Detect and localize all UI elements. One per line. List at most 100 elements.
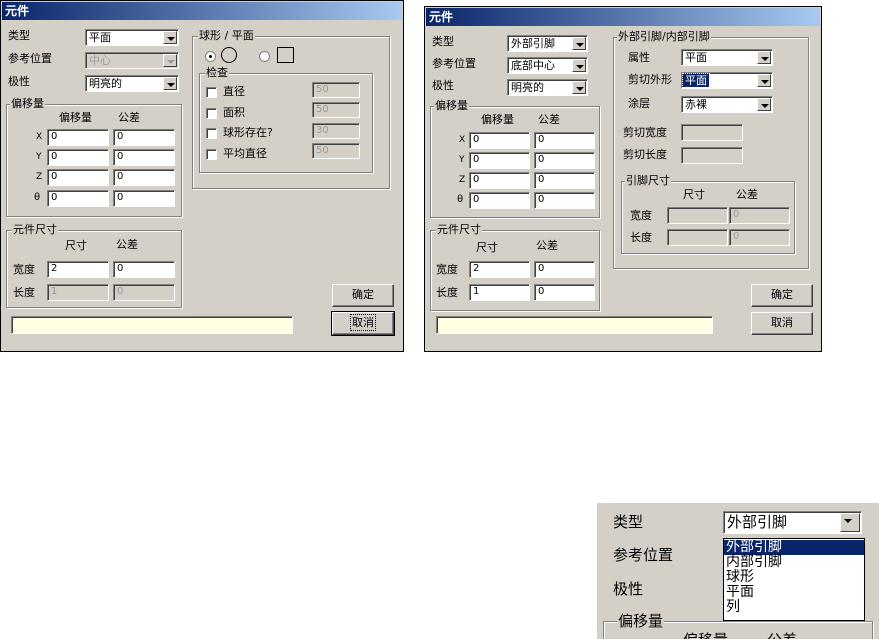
offset-group-title: 偏移量: [10, 97, 45, 110]
pin-width-input: [667, 207, 728, 224]
ref-position-select: 中心: [85, 52, 179, 69]
plane-radio[interactable]: [259, 51, 270, 62]
z-offset-input[interactable]: 0: [469, 172, 530, 189]
inspection-group-title: 检查: [205, 66, 229, 79]
attribute-select[interactable]: 平面: [681, 49, 773, 66]
ref-position-label: 参考位置: [8, 52, 52, 65]
dialog-title: 元件: [2, 2, 402, 20]
chevron-down-icon[interactable]: [840, 513, 860, 532]
cancel-button[interactable]: 取消: [331, 311, 395, 336]
z-offset-input[interactable]: 0: [47, 169, 109, 186]
offset-group-title: 偏移量: [434, 99, 469, 112]
cancel-button-label: 取消: [350, 314, 376, 331]
diameter-checkbox[interactable]: [206, 87, 217, 98]
ok-button-label: 确定: [771, 288, 793, 301]
avg-diameter-label: 平均直径: [223, 147, 267, 160]
type-dropdown-list[interactable]: 外部引脚 内部引脚 球形 平面 列: [723, 538, 865, 621]
length-label: 长度: [13, 286, 35, 299]
offset-column-header: 偏移量: [481, 113, 514, 126]
chevron-down-icon[interactable]: [572, 37, 586, 50]
z-label: Z: [36, 172, 43, 182]
ball-exists-checkbox[interactable]: [206, 128, 217, 139]
option-internal-lead[interactable]: 内部引脚: [724, 555, 864, 570]
cancel-button-label: 取消: [771, 316, 793, 329]
chevron-down-icon[interactable]: [163, 31, 177, 44]
area-checkbox[interactable]: [206, 108, 217, 119]
option-external-lead[interactable]: 外部引脚: [724, 540, 864, 555]
length-tolerance-input[interactable]: 0: [534, 284, 595, 301]
cut-shape-label: 剪切外形: [628, 73, 672, 86]
ball-radio[interactable]: [205, 51, 216, 62]
cut-length-input: [681, 147, 743, 164]
chevron-down-icon[interactable]: [572, 81, 586, 94]
size-tolerance-column-header: 公差: [536, 239, 558, 252]
y-tolerance-input[interactable]: 0: [113, 149, 175, 166]
avg-diameter-value: 50: [312, 143, 360, 159]
size-column-header: 尺寸: [476, 241, 498, 254]
x-tolerance-input[interactable]: 0: [113, 129, 175, 146]
length-tolerance-input: 0: [113, 284, 175, 301]
option-plane[interactable]: 平面: [724, 585, 864, 600]
y-tolerance-input[interactable]: 0: [534, 152, 595, 169]
avg-diameter-checkbox[interactable]: [206, 149, 217, 160]
size-tolerance-column-header: 公差: [116, 238, 138, 251]
width-input[interactable]: 2: [47, 261, 109, 278]
cut-width-input: [681, 124, 743, 141]
area-label: 面积: [223, 106, 245, 119]
ball-exists-label: 球形存在?: [223, 126, 273, 139]
z-tolerance-input[interactable]: 0: [113, 169, 175, 186]
type-select[interactable]: 外部引脚: [507, 35, 588, 52]
width-input[interactable]: 2: [469, 261, 530, 278]
polarity-label: 极性: [613, 580, 644, 598]
cut-shape-select[interactable]: 平面: [681, 72, 773, 89]
theta-tolerance-input[interactable]: 0: [534, 192, 595, 209]
polarity-value: 明亮的: [511, 81, 544, 94]
length-input[interactable]: 1: [469, 284, 530, 301]
chevron-down-icon[interactable]: [757, 74, 771, 87]
ref-position-select[interactable]: 底部中心: [507, 57, 588, 74]
width-tolerance-input[interactable]: 0: [113, 261, 175, 278]
type-label: 类型: [8, 29, 30, 42]
theta-label: θ: [457, 194, 464, 205]
option-column[interactable]: 列: [724, 600, 864, 615]
theta-tolerance-input[interactable]: 0: [113, 190, 175, 207]
chevron-down-icon[interactable]: [757, 51, 771, 64]
y-offset-input[interactable]: 0: [469, 152, 530, 169]
theta-offset-input[interactable]: 0: [469, 192, 530, 209]
width-tolerance-input[interactable]: 0: [534, 261, 595, 278]
chevron-down-icon[interactable]: [163, 77, 177, 90]
chevron-down-icon[interactable]: [757, 98, 771, 111]
ball-plane-group-title: 球形 / 平面: [198, 29, 255, 42]
chevron-down-icon: [163, 54, 177, 67]
chevron-down-icon[interactable]: [572, 59, 586, 72]
ref-position-value: 中心: [89, 54, 111, 67]
dialog-title: 元件: [426, 8, 820, 26]
polarity-select[interactable]: 明亮的: [507, 79, 588, 96]
ball-exists-value: 30: [312, 123, 360, 139]
type-select[interactable]: 平面: [85, 29, 179, 46]
ok-button[interactable]: 确定: [751, 284, 813, 307]
type-select-value: 平面: [89, 31, 111, 44]
polarity-select[interactable]: 明亮的: [85, 75, 179, 92]
length-label: 长度: [436, 286, 458, 299]
type-select[interactable]: 外部引脚: [723, 511, 862, 534]
tolerance-column-header: 公差: [767, 631, 797, 639]
ok-button-label: 确定: [352, 288, 374, 301]
diameter-label: 直径: [223, 85, 245, 98]
pin-length-label: 长度: [630, 231, 652, 244]
ok-button[interactable]: 确定: [332, 284, 394, 307]
cut-width-label: 剪切宽度: [623, 126, 667, 139]
z-tolerance-input[interactable]: 0: [534, 172, 595, 189]
cancel-button[interactable]: 取消: [751, 312, 813, 335]
theta-offset-input[interactable]: 0: [47, 190, 109, 207]
x-offset-input[interactable]: 0: [47, 129, 109, 146]
polarity-value: 明亮的: [89, 77, 122, 90]
pin-size-group-title: 引脚尺寸: [625, 174, 671, 187]
option-ball[interactable]: 球形: [724, 570, 864, 585]
x-tolerance-input[interactable]: 0: [534, 132, 595, 149]
y-offset-input[interactable]: 0: [47, 149, 109, 166]
x-offset-input[interactable]: 0: [469, 132, 530, 149]
pin-width-label: 宽度: [630, 209, 652, 222]
coating-select[interactable]: 赤裸: [681, 96, 773, 113]
component-dialog-right: 元件 类型 外部引脚 参考位置 底部中心 极性 明亮的 偏移量 偏移量 公差 X…: [424, 6, 822, 352]
